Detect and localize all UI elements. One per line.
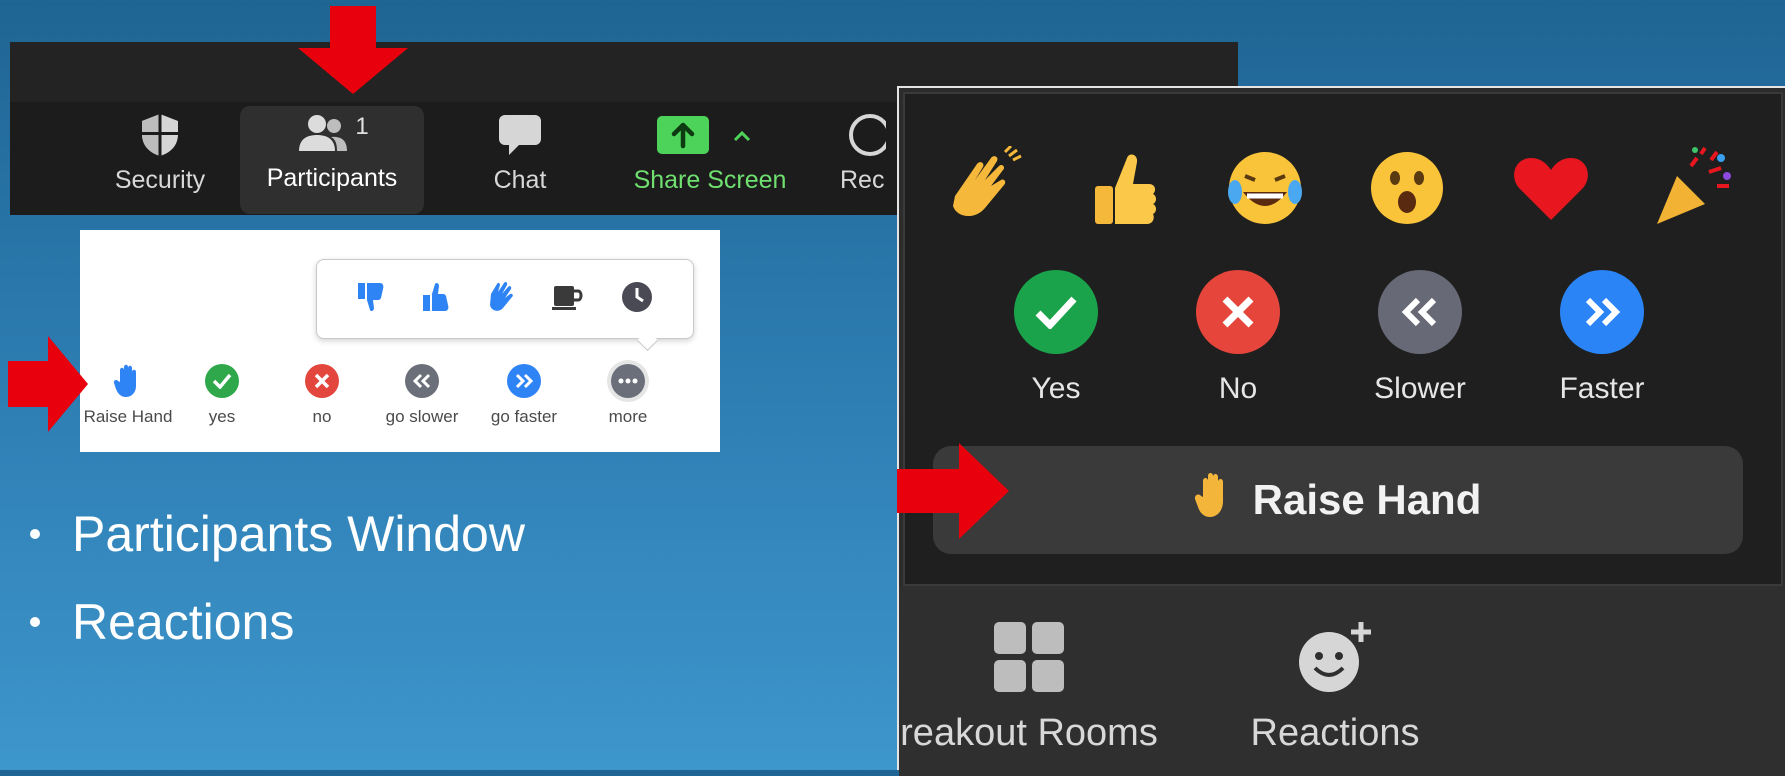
slower-feedback-button[interactable]: Slower: [1350, 270, 1490, 406]
record-icon: [840, 108, 886, 162]
more-button[interactable]: more: [580, 364, 676, 427]
toolbar-chat-button[interactable]: Chat: [440, 108, 600, 210]
tears-of-joy-emoji[interactable]: [1223, 146, 1307, 243]
reactions-panel: Raise Hand yes no go slower go faster mo…: [80, 230, 720, 452]
meeting-controls-bottom: reakout Rooms Reactions: [899, 586, 1785, 776]
faster-feedback-label: Faster: [1559, 372, 1645, 405]
clap-icon[interactable]: [485, 280, 517, 319]
breakout-rooms-icon: [992, 620, 1066, 704]
fast-forward-icon: [507, 364, 541, 398]
toolbar-share-screen-button[interactable]: Share Screen: [610, 108, 810, 210]
reactions-button[interactable]: Reactions: [1235, 620, 1435, 755]
toolbar-share-screen-label: Share Screen: [633, 166, 787, 194]
yes-feedback-label: Yes: [1031, 372, 1081, 405]
yes-label: yes: [208, 407, 236, 426]
toolbar-record-label: Rec: [840, 166, 885, 194]
thumbs-down-icon[interactable]: [356, 281, 386, 318]
clock-icon[interactable]: [620, 280, 654, 319]
raise-hand-button[interactable]: Raise Hand: [933, 446, 1743, 554]
toolbar-security-button[interactable]: Security: [80, 108, 240, 210]
share-screen-icon: [655, 108, 765, 162]
reactions-popup: Yes No Slower Faster Raise Hand: [903, 92, 1783, 586]
yes-button[interactable]: yes: [174, 364, 270, 427]
party-popper-emoji[interactable]: [1651, 146, 1735, 243]
toolbar-record-button[interactable]: Rec: [840, 108, 900, 210]
toolbar-chat-label: Chat: [493, 166, 547, 194]
thumbs-up-icon[interactable]: [421, 281, 451, 318]
more-reactions-popover: [316, 259, 694, 339]
breakout-rooms-label: reakout Rooms: [900, 712, 1158, 754]
breakout-rooms-button[interactable]: reakout Rooms: [889, 620, 1169, 755]
clapping-hands-emoji[interactable]: [941, 144, 1025, 243]
red-arrow-right: [8, 336, 88, 437]
no-feedback-label: No: [1218, 372, 1258, 405]
bullet-text: Participants Window: [72, 506, 525, 562]
go-slower-button[interactable]: go slower: [374, 364, 470, 427]
thumbs-up-emoji[interactable]: [1085, 146, 1169, 243]
no-feedback-button[interactable]: No: [1168, 270, 1308, 406]
coffee-icon[interactable]: [551, 282, 585, 317]
surprised-face-emoji[interactable]: [1365, 146, 1449, 243]
chat-bubble-icon: [497, 108, 543, 162]
raise-hand-button[interactable]: Raise Hand: [80, 364, 176, 427]
yes-feedback-button[interactable]: Yes: [986, 270, 1126, 406]
x-icon: [1196, 270, 1280, 354]
bullet-dot: [30, 617, 40, 627]
raise-hand-icon: [1194, 471, 1235, 530]
fast-forward-icon: [1560, 270, 1644, 354]
shield-icon: [138, 108, 182, 162]
go-slower-label: go slower: [385, 407, 459, 426]
participants-icon: 1: [295, 106, 369, 160]
go-faster-label: go faster: [490, 407, 558, 426]
raise-hand-icon: [111, 364, 145, 398]
rewind-icon: [1378, 270, 1462, 354]
red-heart-emoji[interactable]: [1509, 146, 1593, 243]
raise-hand-label: Raise Hand: [83, 407, 173, 426]
toolbar-security-label: Security: [114, 166, 206, 194]
more-icon: [611, 364, 645, 398]
check-icon: [205, 364, 239, 398]
bullet-item: Reactions: [30, 593, 294, 651]
red-arrow-right: [897, 443, 1009, 544]
toolbar-participants-button[interactable]: 1 Participants: [240, 106, 424, 214]
raise-hand-label: Raise Hand: [1252, 476, 1482, 523]
reactions-icon: [1295, 620, 1375, 704]
reactions-window: Yes No Slower Faster Raise Hand reakout …: [897, 86, 1785, 776]
bullet-item: Participants Window: [30, 505, 525, 563]
faster-feedback-button[interactable]: Faster: [1532, 270, 1672, 406]
bullet-text: Reactions: [72, 594, 295, 650]
bullet-dot: [30, 529, 40, 539]
no-label: no: [312, 407, 332, 426]
toolbar-participants-label: Participants: [266, 164, 398, 192]
no-button[interactable]: no: [274, 364, 370, 427]
slower-feedback-label: Slower: [1374, 372, 1466, 405]
check-icon: [1014, 270, 1098, 354]
participants-count: 1: [355, 113, 369, 140]
more-label: more: [608, 407, 648, 426]
red-arrow-down: [298, 6, 408, 99]
reactions-label: Reactions: [1250, 712, 1420, 754]
rewind-icon: [405, 364, 439, 398]
x-icon: [305, 364, 339, 398]
go-faster-button[interactable]: go faster: [476, 364, 572, 427]
